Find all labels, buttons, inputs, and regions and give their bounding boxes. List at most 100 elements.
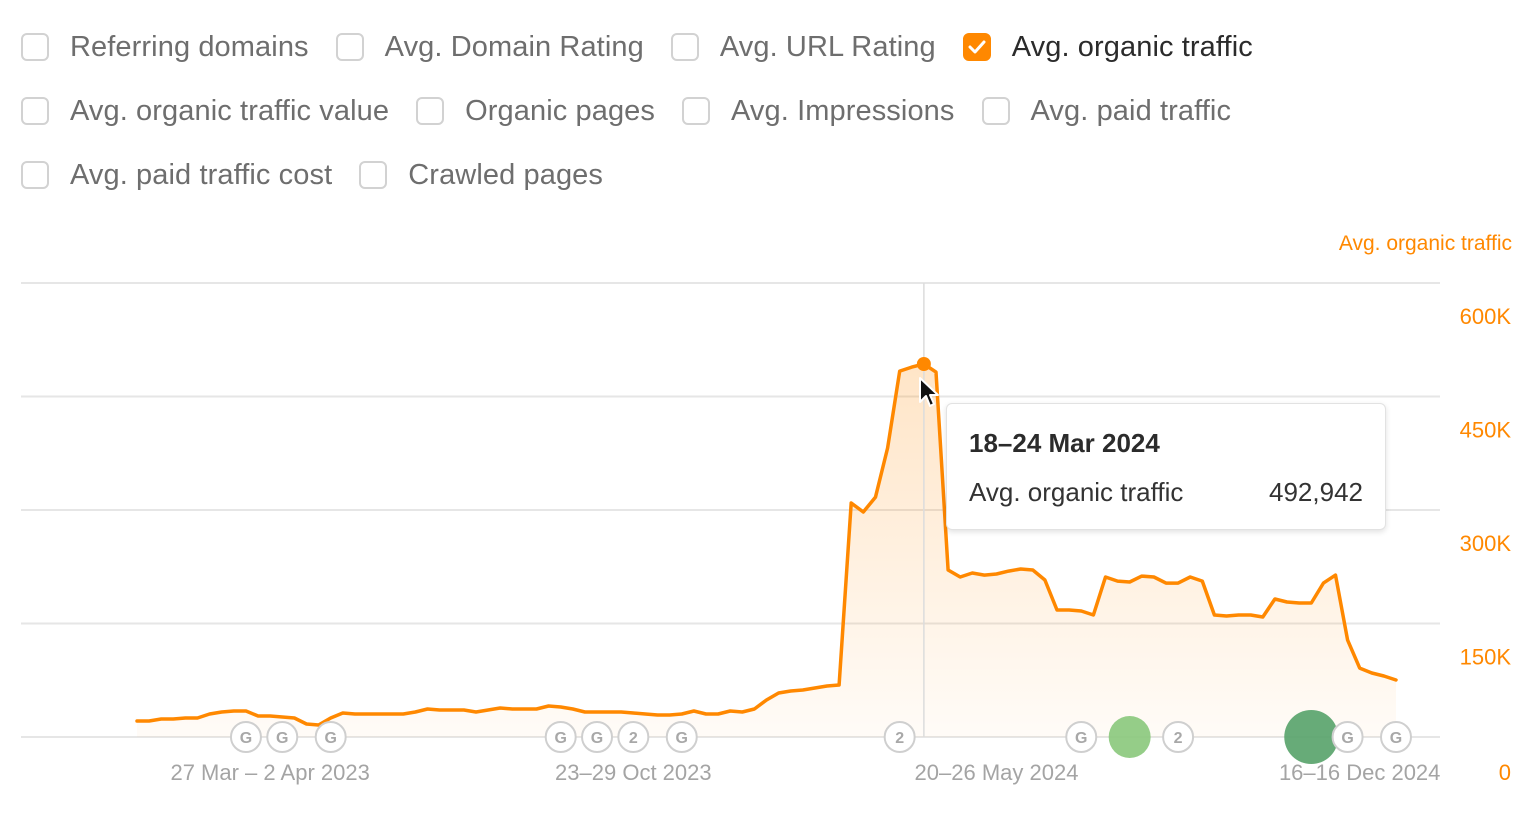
metric-checkbox-item[interactable]: Avg. paid traffic xyxy=(981,95,1232,128)
data-point xyxy=(341,712,344,715)
data-point xyxy=(269,715,272,718)
data-point xyxy=(378,712,381,715)
google-update-marker-icon[interactable]: G xyxy=(581,721,614,753)
checkbox-unchecked[interactable] xyxy=(21,161,49,189)
filter-row: Referring domains Avg. Domain Rating Avg. … xyxy=(21,26,1341,68)
data-point xyxy=(414,711,417,714)
data-point xyxy=(426,708,429,711)
metric-checkbox-label: Avg. paid traffic cost xyxy=(70,158,333,191)
metric-checkbox-item[interactable]: Referring domains xyxy=(21,31,309,64)
metric-checkbox-item[interactable]: Organic pages xyxy=(416,95,655,128)
grouped-updates-marker[interactable]: 2 xyxy=(1162,721,1195,753)
data-point xyxy=(293,717,296,720)
data-point xyxy=(438,708,441,711)
data-point xyxy=(462,708,465,711)
data-point xyxy=(1043,578,1046,581)
google-update-marker-icon[interactable]: G xyxy=(665,721,698,753)
google-update-marker-icon[interactable]: G xyxy=(1331,721,1364,753)
checkbox-unchecked[interactable] xyxy=(682,97,711,125)
metric-checkbox-label: Avg. Domain Rating xyxy=(384,30,644,63)
checkmark-icon xyxy=(968,40,986,54)
metric-filters: Referring domains Avg. Domain Rating Avg. … xyxy=(21,26,1341,218)
data-point xyxy=(995,573,998,576)
data-point xyxy=(511,708,514,711)
y-tick-label: 600K xyxy=(1460,304,1512,329)
data-point xyxy=(1201,580,1204,583)
data-point xyxy=(1031,569,1034,572)
y-tick-label: 150K xyxy=(1460,645,1512,670)
metric-checkbox-item[interactable]: Avg. paid traffic cost xyxy=(21,159,332,192)
data-point xyxy=(172,717,175,720)
data-point xyxy=(850,502,853,505)
marker-label: 2 xyxy=(1174,730,1183,747)
google-update-marker-icon[interactable]: G xyxy=(314,721,347,753)
data-point xyxy=(1080,610,1083,613)
data-point xyxy=(777,691,780,694)
data-point xyxy=(1104,576,1107,579)
data-point xyxy=(838,684,841,687)
data-point xyxy=(160,717,163,720)
google-update-marker-icon[interactable]: G xyxy=(544,721,577,753)
tooltip-metric-value: 492,942 xyxy=(1269,477,1363,507)
checkbox-unchecked[interactable] xyxy=(981,97,1010,125)
data-point xyxy=(947,569,950,572)
checkbox-unchecked[interactable] xyxy=(670,33,699,61)
data-point xyxy=(1395,679,1398,682)
highlighted-data-point xyxy=(916,357,931,372)
metric-checkbox-item[interactable]: Avg. Domain Rating xyxy=(335,30,644,64)
data-point xyxy=(1213,614,1216,617)
mouse-cursor-icon xyxy=(919,377,939,407)
x-tick-label: 16–16 Dec 2024 xyxy=(1279,760,1440,785)
data-point xyxy=(184,717,187,720)
data-point xyxy=(1225,615,1228,618)
data-point xyxy=(1273,597,1276,600)
data-point xyxy=(1007,570,1010,573)
google-update-marker-icon[interactable]: G xyxy=(266,721,299,753)
data-point xyxy=(753,708,756,711)
data-point xyxy=(680,712,683,715)
grouped-updates-marker[interactable]: 2 xyxy=(883,721,916,753)
data-point xyxy=(1249,614,1252,617)
data-point xyxy=(1298,601,1301,604)
checkbox-unchecked[interactable] xyxy=(416,97,445,125)
google-update-marker-icon[interactable]: G xyxy=(229,721,262,753)
marker-label: G xyxy=(1390,730,1402,747)
data-point xyxy=(1019,568,1022,571)
marker-label: G xyxy=(1341,730,1353,747)
data-point xyxy=(196,717,199,720)
data-point xyxy=(862,511,865,514)
checkbox-unchecked[interactable] xyxy=(21,97,49,125)
google-update-marker-icon[interactable]: G xyxy=(1380,721,1412,753)
annotation-bubble[interactable] xyxy=(1284,710,1339,764)
grouped-updates-marker[interactable]: 2 xyxy=(617,721,650,753)
marker-label: G xyxy=(676,730,688,747)
data-point xyxy=(1177,582,1180,585)
google-update-marker-icon[interactable]: G xyxy=(1065,721,1098,753)
marker-label: G xyxy=(591,730,603,747)
data-point xyxy=(789,689,792,692)
metric-checkbox-item[interactable]: Avg. Impressions xyxy=(682,95,955,128)
checkbox-unchecked[interactable] xyxy=(335,33,364,61)
x-tick-label: 23–29 Oct 2023 xyxy=(555,760,712,785)
data-point xyxy=(959,576,962,579)
data-point xyxy=(353,712,356,715)
data-point xyxy=(366,712,369,715)
metric-checkbox-item[interactable]: Avg. organic traffic value xyxy=(21,95,389,128)
data-point xyxy=(886,447,889,450)
checkbox-checked[interactable] xyxy=(962,33,991,61)
data-point xyxy=(1334,574,1337,577)
metric-checkbox-item[interactable]: Avg. organic traffic xyxy=(962,31,1253,64)
marker-label: G xyxy=(276,730,288,747)
annotation-bubble[interactable] xyxy=(1108,716,1151,758)
data-point xyxy=(632,712,635,715)
checkbox-unchecked[interactable] xyxy=(359,161,388,189)
data-point xyxy=(729,709,732,712)
data-point xyxy=(244,709,247,712)
metric-checkbox-item[interactable]: Crawled pages xyxy=(359,159,603,192)
data-point xyxy=(826,685,829,688)
data-point xyxy=(450,708,453,711)
checkbox-unchecked[interactable] xyxy=(21,33,49,61)
data-point xyxy=(692,709,695,712)
data-point xyxy=(1310,601,1313,604)
metric-checkbox-item[interactable]: Avg. URL Rating xyxy=(670,31,936,64)
